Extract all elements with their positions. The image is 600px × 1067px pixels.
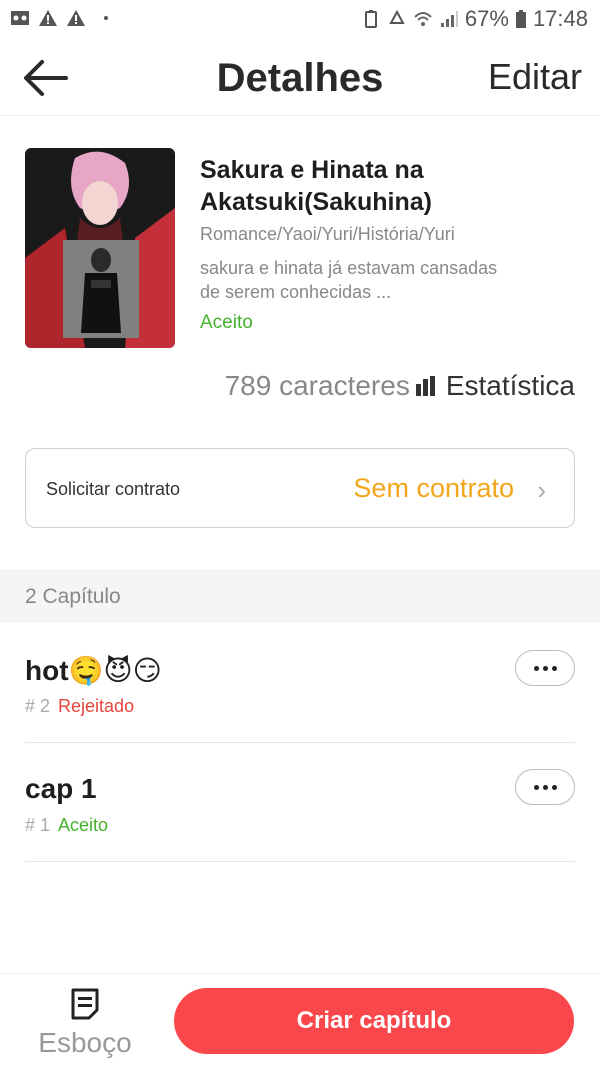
signal-icon <box>440 11 458 27</box>
bar-chart-icon <box>415 376 435 396</box>
draft-icon <box>71 988 99 1020</box>
draft-label: Esboço <box>38 1027 132 1058</box>
book-genres: Romance/Yaoi/Yuri/História/Yuri <box>200 224 455 244</box>
clock: 17:48 <box>532 6 588 31</box>
bottom-bar: Esboço Criar capítulo <box>0 973 600 1067</box>
more-options-button[interactable] <box>515 650 575 686</box>
wifi-icon <box>414 12 432 26</box>
chapter-meta: # 2 Rejeitado <box>25 696 134 717</box>
chapter-item[interactable]: hot🤤😈😏 # 2 Rejeitado <box>25 624 575 743</box>
chapter-meta: # 1 Aceito <box>25 815 108 836</box>
chapter-number: # 2 <box>25 696 51 716</box>
contract-row[interactable]: Solicitar contrato Sem contrato › <box>25 448 575 528</box>
stats-row: 789 caracteres Estatística <box>225 370 575 402</box>
chapter-title: cap 1 <box>25 773 97 804</box>
stats-label: Estatística <box>445 370 575 401</box>
chapter-status: Aceito <box>58 815 109 835</box>
recycle-icon <box>389 9 405 24</box>
status-bar: 67% 17:48 <box>0 0 600 40</box>
book-description: sakura e hinata já estavam cansadas de s… <box>200 258 498 302</box>
stats-button[interactable]: Estatística <box>414 370 575 402</box>
chapters-count: 2 Capítulo <box>25 585 121 608</box>
chapter-item[interactable]: cap 1 # 1 Aceito <box>25 743 575 862</box>
battery-percent: 67% <box>464 6 509 31</box>
create-chapter-button[interactable]: Criar capítulo <box>174 988 574 1054</box>
battery-saver-icon <box>364 10 377 28</box>
warning-icon <box>67 10 85 26</box>
battery-icon <box>515 10 526 28</box>
book-cover[interactable] <box>25 148 175 348</box>
system-status: 67% 17:48 <box>361 6 588 32</box>
draft-button[interactable]: Esboço <box>30 988 140 1058</box>
chapter-status: Rejeitado <box>58 696 135 716</box>
notification-icons <box>10 8 108 28</box>
chapters-header: 2 Capítulo <box>0 569 600 623</box>
book-status: Aceito <box>200 312 253 333</box>
more-options-button[interactable] <box>515 769 575 805</box>
chevron-right-icon: › <box>537 475 546 505</box>
top-bar: Detalhes Editar <box>0 40 600 116</box>
edit-button[interactable]: Editar <box>488 56 582 98</box>
cover-artwork <box>25 148 175 348</box>
contract-value: Sem contrato <box>353 473 514 503</box>
contract-label: Solicitar contrato <box>46 479 181 499</box>
chapter-title: hot🤤😈😏 <box>25 655 162 686</box>
chapter-number: # 1 <box>25 815 51 835</box>
book-title: Sakura e Hinata na Akatsuki(Sakuhina) <box>200 156 433 216</box>
voicemail-icon <box>11 11 29 25</box>
character-count: 789 caracteres <box>224 370 410 401</box>
dot-icon <box>104 16 108 20</box>
warning-icon <box>39 10 57 26</box>
